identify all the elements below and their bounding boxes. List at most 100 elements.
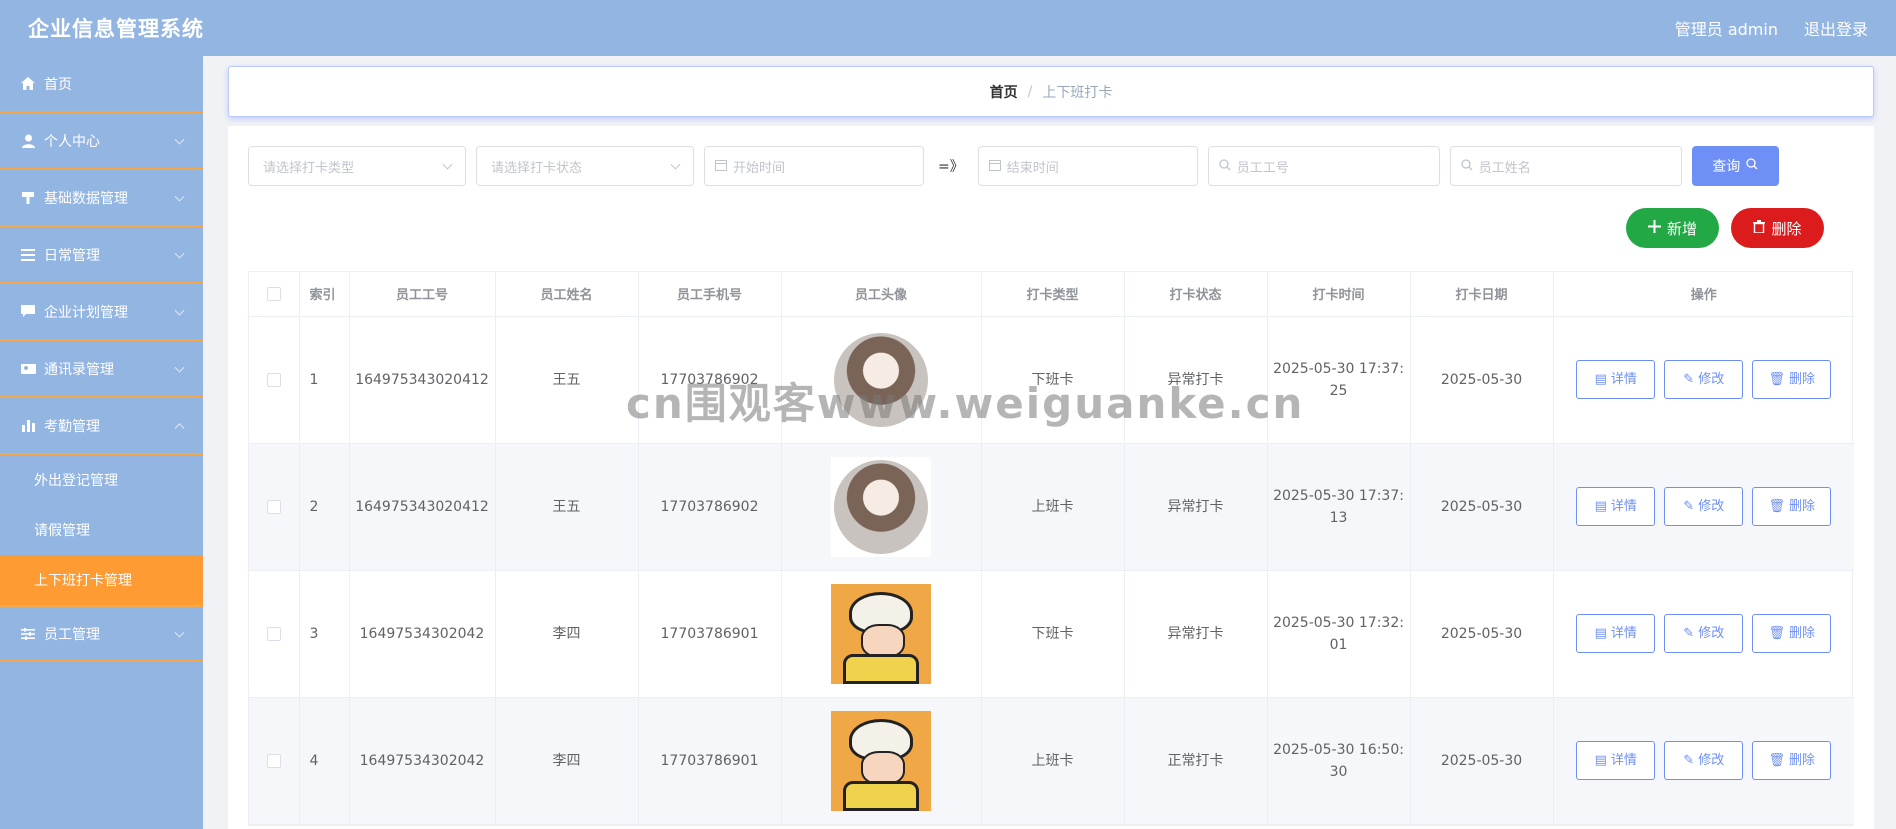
delete-button[interactable]: 🗑 删除: [1752, 487, 1832, 526]
add-button-label: 新增: [1666, 219, 1697, 238]
row-checkbox-cell: [249, 697, 300, 825]
trash-icon: 🗑: [1768, 371, 1785, 387]
sidebar-item-profile[interactable]: 个人中心: [0, 113, 203, 170]
chevron-down-icon: [174, 627, 185, 638]
cell-phone: 17703786901: [638, 697, 782, 825]
sidebar-subitem-leave[interactable]: 请假管理: [0, 505, 203, 555]
edit-button[interactable]: ✎ 修改: [1664, 360, 1744, 399]
delete-button-label: 删除: [1789, 498, 1816, 514]
cell-index: 1: [299, 316, 350, 444]
filter-bar: 请选择打卡类型 请选择打卡状态 开始时间 =》 结束时间 员工工号 员工姓名 查…: [248, 146, 1779, 186]
detail-button[interactable]: ▤ 详情: [1576, 487, 1656, 526]
document-icon: ▤: [1594, 752, 1607, 768]
sidebar-item-basic-data[interactable]: 基础数据管理: [0, 170, 203, 227]
add-button[interactable]: 新增: [1626, 208, 1719, 248]
input-placeholder: 员工姓名: [1478, 160, 1531, 176]
range-separator: =》: [938, 159, 964, 175]
cell-type: 上班卡: [981, 697, 1125, 825]
end-time-input[interactable]: 结束时间: [977, 146, 1198, 186]
contacts-icon: [20, 362, 36, 376]
query-button-label: 查询: [1712, 159, 1741, 175]
sidebar-subitem-outing[interactable]: 外出登记管理: [0, 455, 203, 505]
table-row: 1 164975343020412 王五 17703786902 下班卡 异常打…: [249, 316, 1855, 444]
chart-icon: [20, 419, 36, 433]
trash-icon: 🗑: [1768, 498, 1785, 514]
cell-empno: 16497534302042: [349, 697, 496, 825]
clock-status-select[interactable]: 请选择打卡状态: [476, 146, 694, 186]
cell-phone: 17703786902: [638, 316, 782, 444]
input-placeholder: 开始时间: [733, 160, 786, 176]
main-content: 请选择打卡类型 请选择打卡状态 开始时间 =》 结束时间 员工工号 员工姓名 查…: [228, 126, 1874, 829]
edit-button-label: 修改: [1698, 752, 1725, 768]
sidebar-item-attendance[interactable]: 考勤管理: [0, 398, 203, 455]
row-checkbox[interactable]: [266, 499, 281, 514]
home-icon: [20, 77, 36, 91]
chevron-down-icon: [174, 134, 185, 145]
breadcrumb: 首页 / 上下班打卡: [228, 66, 1874, 117]
detail-button[interactable]: ▤ 详情: [1576, 360, 1656, 399]
select-all-cell: [249, 272, 300, 317]
row-checkbox[interactable]: [266, 753, 281, 768]
input-placeholder: 结束时间: [1006, 160, 1059, 176]
column-header: 操作: [1553, 272, 1854, 317]
avatar[interactable]: [831, 583, 931, 684]
cell-index: 4: [299, 697, 350, 825]
avatar[interactable]: [831, 710, 931, 811]
pencil-icon: ✎: [1683, 371, 1695, 387]
row-checkbox[interactable]: [266, 372, 281, 387]
sidebar-item-label: 首页: [44, 76, 72, 93]
avatar[interactable]: [831, 329, 931, 430]
cell-name: 王五: [495, 316, 639, 444]
trash-icon: 🗑: [1768, 752, 1785, 768]
sidebar-item-contacts[interactable]: 通讯录管理: [0, 341, 203, 398]
delete-button[interactable]: 🗑 删除: [1752, 741, 1832, 780]
edit-button-label: 修改: [1698, 625, 1725, 641]
query-button[interactable]: 查询: [1691, 146, 1779, 186]
employee-name-input[interactable]: 员工姓名: [1449, 146, 1682, 186]
batch-delete-button[interactable]: 删除: [1731, 208, 1824, 248]
sidebar: 首页 个人中心 基础数据管理 日常管理 企业计划管理 通讯录管理 考勤管理 外出…: [0, 56, 203, 829]
chevron-down-icon: [174, 191, 185, 202]
cell-time: 2025-05-30 17:37: 25: [1267, 316, 1411, 444]
sidebar-item-home[interactable]: 首页: [0, 56, 203, 113]
column-header: 员工工号: [349, 272, 496, 317]
table-header-row: 索引 员工工号 员工姓名 员工手机号 员工头像 打卡类型 打卡状态 打卡时间 打…: [249, 272, 1854, 317]
sidebar-item-plans[interactable]: 企业计划管理: [0, 284, 203, 341]
employee-number-input[interactable]: 员工工号: [1207, 146, 1440, 186]
row-checkbox-cell: [249, 316, 300, 444]
cell-type: 上班卡: [981, 443, 1125, 571]
detail-button[interactable]: ▤ 详情: [1576, 741, 1656, 780]
cell-time: 2025-05-30 17:32: 01: [1267, 570, 1411, 698]
sidebar-item-label: 通讯录管理: [44, 361, 114, 378]
cell-ops: ▤ 详情 ✎ 修改 🗑 删除: [1553, 570, 1854, 698]
delete-button[interactable]: 🗑 删除: [1752, 360, 1832, 399]
select-all-checkbox[interactable]: [266, 286, 281, 301]
cell-index: 2: [299, 443, 350, 571]
sidebar-subitem-clock-in[interactable]: 上下班打卡管理: [0, 555, 203, 605]
cell-ops: ▤ 详情 ✎ 修改 🗑 删除: [1553, 316, 1855, 444]
edit-button[interactable]: ✎ 修改: [1664, 487, 1744, 526]
admin-user-link[interactable]: 管理员 admin: [1675, 16, 1778, 40]
row-checkbox[interactable]: [266, 626, 281, 641]
avatar[interactable]: [831, 456, 931, 557]
edit-button[interactable]: ✎ 修改: [1664, 614, 1744, 653]
cell-ops: ▤ 详情 ✎ 修改 🗑 删除: [1553, 697, 1854, 825]
logout-link[interactable]: 退出登录: [1804, 16, 1868, 40]
breadcrumb-home[interactable]: 首页: [990, 82, 1018, 102]
row-actions: ▤ 详情 ✎ 修改 🗑 删除: [1554, 360, 1855, 399]
edit-button[interactable]: ✎ 修改: [1664, 741, 1744, 780]
cell-date: 2025-05-30: [1410, 316, 1554, 444]
cell-date: 2025-05-30: [1410, 443, 1554, 571]
delete-button[interactable]: 🗑 删除: [1752, 614, 1832, 653]
cell-phone: 17703786901: [638, 570, 782, 698]
sidebar-item-daily[interactable]: 日常管理: [0, 227, 203, 284]
sidebar-item-employees[interactable]: 员工管理: [0, 605, 203, 662]
clock-type-select[interactable]: 请选择打卡类型: [248, 146, 466, 186]
time-part-a: 2025-05-30 17:32:: [1273, 614, 1404, 631]
pencil-icon: ✎: [1683, 498, 1695, 514]
chevron-down-icon: [174, 305, 185, 316]
start-time-input[interactable]: 开始时间: [704, 146, 924, 186]
column-header: 员工姓名: [495, 272, 639, 317]
detail-button[interactable]: ▤ 详情: [1576, 614, 1656, 653]
sidebar-item-label: 基础数据管理: [44, 190, 128, 207]
